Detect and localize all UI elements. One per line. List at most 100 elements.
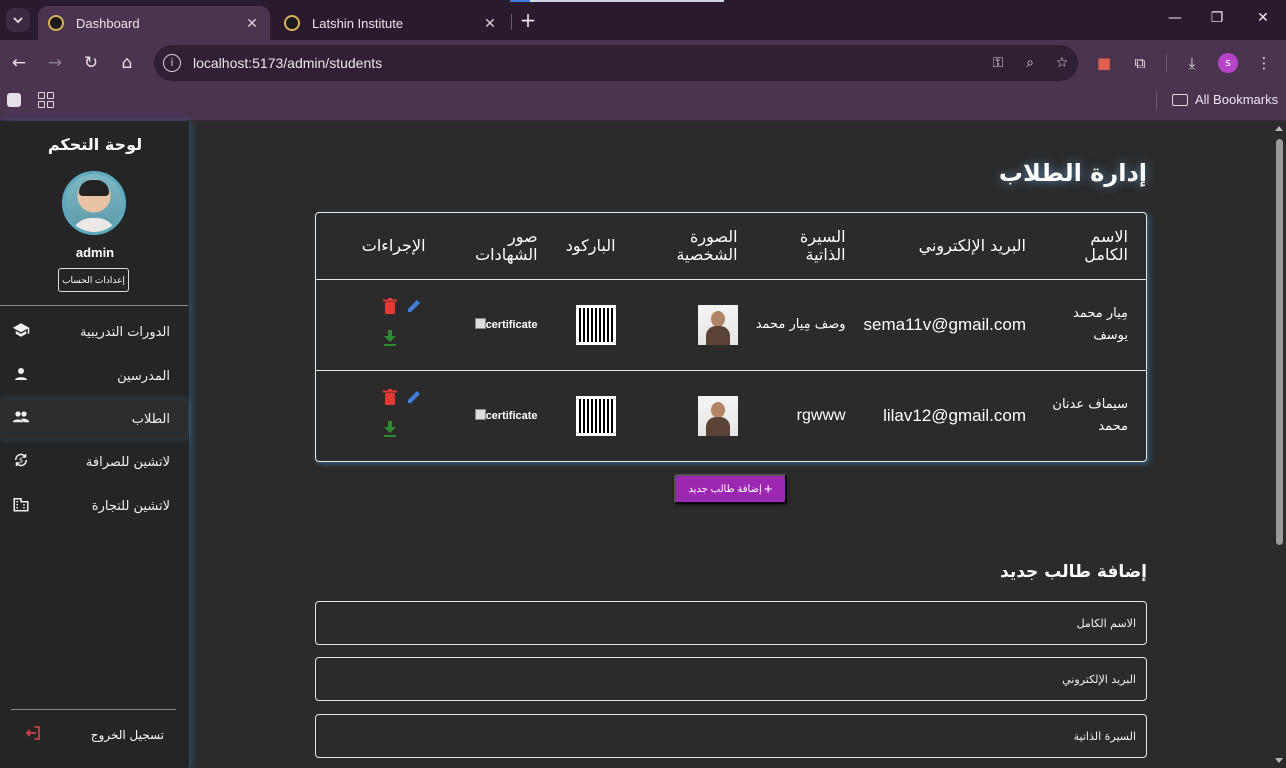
- sidebar-title: لوحة التحكم: [47, 135, 143, 154]
- student-bio: وصف مِيار محمد: [755, 279, 864, 371]
- home-button[interactable]: ⌂: [116, 52, 138, 74]
- close-tab-icon[interactable]: ✕: [244, 15, 260, 32]
- student-barcode-cell: [556, 370, 634, 461]
- table-row: مِيار محمد يوسف sema11v@gmail.com وصف مِ…: [316, 279, 1146, 371]
- scrollbar-thumb[interactable]: [1276, 139, 1283, 545]
- delete-icon[interactable]: [378, 297, 402, 320]
- logout-button[interactable]: تسجيل الخروج: [0, 723, 188, 747]
- minimize-button[interactable]: —: [1164, 10, 1186, 30]
- extension-icon[interactable]: ■: [1092, 51, 1116, 75]
- table-header-row: الاسم الكامل البريد الإلكتروني السيرة ال…: [316, 213, 1146, 280]
- tab-title: Latshin Institute: [312, 15, 404, 31]
- download-icon[interactable]: [378, 329, 402, 352]
- sidebar-item-teachers[interactable]: المدرسين: [0, 356, 188, 396]
- new-tab-button[interactable]: +: [516, 9, 540, 33]
- scroll-up-arrow[interactable]: [1275, 126, 1283, 131]
- app-square-icon[interactable]: [7, 93, 21, 107]
- delete-icon[interactable]: [378, 388, 402, 411]
- close-window-button[interactable]: ✕: [1252, 10, 1274, 30]
- sidebar-item-label: المدرسين: [117, 368, 170, 384]
- tab-strip: Dashboard ✕ Latshin Institute ✕ + — ❐ ✕: [0, 0, 1286, 40]
- page-scrollbar[interactable]: [1272, 121, 1286, 768]
- add-student-label: إضافة طالب جديد: [688, 483, 762, 495]
- broken-image-icon: [474, 318, 486, 329]
- close-tab-icon[interactable]: ✕: [482, 15, 498, 32]
- column-header-certificates: صور الشهادات: [443, 213, 556, 280]
- sidebar-item-label: لاتشين للتجارة: [91, 498, 170, 514]
- business-icon: [10, 495, 32, 517]
- column-header-email: البريد الإلكتروني: [863, 213, 1044, 280]
- logout-icon: [24, 724, 42, 746]
- plus-icon: +: [763, 480, 773, 498]
- restore-button[interactable]: ❐: [1206, 10, 1228, 30]
- student-photo: [697, 304, 738, 345]
- main-content: إدارة الطلاب الاسم الكامل البريد الإلكتر…: [190, 121, 1272, 768]
- download-icon[interactable]: ⤓: [1180, 51, 1204, 75]
- certificate-image: certificate: [474, 409, 538, 422]
- student-photo-cell: [633, 279, 756, 371]
- student-certificate-cell: certificate: [444, 370, 556, 461]
- qr-code-image: [575, 304, 616, 345]
- email-field[interactable]: [315, 657, 1147, 701]
- tab-separator: [511, 14, 512, 30]
- bookmarks-bar: All Bookmarks: [0, 86, 1286, 121]
- tab-search-button[interactable]: [6, 8, 30, 32]
- profile-avatar[interactable]: s: [1218, 53, 1238, 73]
- forward-button[interactable]: →: [44, 52, 66, 74]
- zoom-icon[interactable]: ⌕: [1014, 55, 1046, 71]
- puzzle-icon[interactable]: ⧉: [1128, 51, 1152, 75]
- account-settings-button[interactable]: إعدادات الحساب: [58, 268, 129, 292]
- broken-image-icon: [474, 409, 486, 421]
- qr-code-image: [575, 395, 616, 436]
- sidebar-bottom-divider: [11, 709, 176, 710]
- edit-icon[interactable]: [402, 298, 426, 320]
- student-actions-cell: [316, 279, 444, 371]
- site-favicon-icon: [48, 15, 64, 31]
- column-header-barcode: الباركود: [555, 213, 634, 280]
- key-icon[interactable]: ⚿: [982, 55, 1014, 71]
- student-name: سيماف عدنان محمد: [1052, 396, 1128, 434]
- table-row: سيماف عدنان محمد lilav12@gmail.com rgwww…: [316, 370, 1146, 461]
- url-text[interactable]: localhost:5173/admin/students: [193, 55, 982, 71]
- student-photo: [697, 395, 738, 436]
- all-bookmarks-label: All Bookmarks: [1195, 92, 1279, 107]
- student-photo-cell: [634, 370, 756, 461]
- tab-latshin-institute[interactable]: Latshin Institute ✕: [274, 6, 508, 40]
- sidebar-item-courses[interactable]: الدورات التدريبية: [0, 312, 188, 352]
- currency-exchange-icon: $: [10, 451, 32, 473]
- student-name: مِيار محمد يوسف: [1044, 279, 1146, 371]
- page-title: إدارة الطلاب: [998, 159, 1147, 187]
- student-bio: rgwww: [796, 406, 846, 424]
- sidebar-username: admin: [75, 245, 115, 260]
- menu-kebab-icon[interactable]: ⋮: [1252, 51, 1276, 75]
- svg-text:$: $: [19, 457, 23, 465]
- sidebar-item-students[interactable]: الطلاب: [0, 399, 188, 439]
- add-student-button[interactable]: + إضافة طالب جديد: [674, 474, 787, 504]
- bookmark-star-icon[interactable]: ☆: [1046, 55, 1078, 71]
- full-name-field[interactable]: [315, 601, 1147, 645]
- student-barcode-cell: [555, 279, 634, 371]
- site-info-icon[interactable]: i: [163, 54, 181, 72]
- column-header-name: الاسم الكامل: [1044, 213, 1146, 280]
- student-actions-cell: [316, 370, 444, 461]
- sidebar-item-latshin-trade[interactable]: لاتشين للتجارة: [0, 486, 188, 526]
- column-header-bio: السيرة الذاتية: [755, 213, 864, 280]
- bio-field[interactable]: [315, 714, 1147, 758]
- reload-button[interactable]: ↻: [80, 52, 102, 74]
- tab-groups-icon[interactable]: [38, 92, 54, 108]
- all-bookmarks-button[interactable]: All Bookmarks: [1172, 92, 1278, 107]
- back-button[interactable]: ←: [8, 52, 30, 74]
- column-header-photo: الصورة الشخصية: [633, 213, 756, 280]
- certificate-image: certificate: [474, 318, 538, 331]
- page-viewport: لوحة التحكم admin إعدادات الحساب الدورات…: [0, 121, 1286, 768]
- student-email: sema11v@gmail.com: [863, 279, 1044, 371]
- download-icon[interactable]: [378, 420, 402, 443]
- people-icon: [10, 408, 32, 430]
- tab-dashboard[interactable]: Dashboard ✕: [38, 6, 270, 40]
- sidebar-item-latshin-exchange[interactable]: $ لاتشين للصرافة: [0, 442, 188, 482]
- sidebar-item-label: الطلاب: [131, 411, 170, 427]
- scroll-down-arrow[interactable]: [1275, 758, 1283, 763]
- chevron-down-icon: [13, 17, 23, 24]
- edit-icon[interactable]: [402, 389, 426, 411]
- address-bar[interactable]: i localhost:5173/admin/students ⚿ ⌕ ☆: [154, 45, 1078, 81]
